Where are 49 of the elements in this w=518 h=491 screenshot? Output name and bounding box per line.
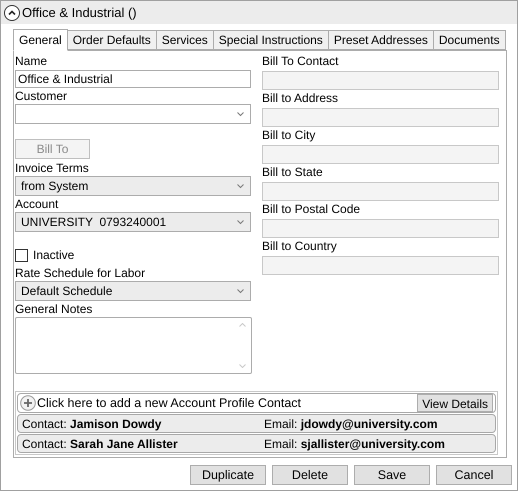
dropdown[interactable]: UNIVERSITY 0793240001: [15, 212, 251, 232]
footer-button[interactable]: Duplicate: [190, 465, 266, 485]
field-label: Rate Schedule for Labor: [15, 266, 146, 280]
notes-field[interactable]: [15, 317, 252, 374]
tab[interactable]: Documents: [432, 30, 506, 50]
field-label: Customer: [15, 89, 68, 103]
dropdown[interactable]: [15, 104, 251, 124]
tab[interactable]: General: [13, 29, 68, 51]
field-label: Invoice Terms: [15, 161, 90, 175]
field-label: Bill to Address: [262, 91, 340, 106]
chevron-down-icon: [237, 220, 244, 224]
dropdown[interactable]: from System: [15, 176, 251, 196]
contact-name: Contact: Sarah Jane Allister: [22, 436, 179, 452]
caret-icon: [8, 10, 16, 16]
footer-button[interactable]: Save: [354, 465, 430, 485]
checkbox-label: Inactive: [33, 247, 74, 264]
field-label: Name: [15, 54, 48, 69]
add-contact-row[interactable]: Click here to add a new Account Profile Contact View Details: [17, 393, 496, 413]
dropdown[interactable]: Default Schedule: [15, 281, 251, 301]
field-label: Bill to Country: [262, 239, 338, 254]
name-field[interactable]: Office & Industrial: [15, 70, 251, 88]
field-label: General Notes: [15, 302, 94, 316]
contact-row[interactable]: Contact: Jamison Dowdy Email: jdowdy@university.com: [17, 414, 496, 433]
collapse-button[interactable]: [4, 4, 20, 20]
chevron-down-icon: [237, 288, 244, 294]
add-contact-link[interactable]: Click here to add a new Account Profile Contact: [37, 394, 418, 412]
field-label: Bill to City: [262, 128, 316, 143]
chevron-down-icon: [237, 112, 244, 116]
tab[interactable]: Special Instructions: [212, 30, 329, 50]
contact-email: Email: jdowdy@university.com: [264, 416, 438, 432]
section-title: Office & Industrial (): [22, 4, 137, 22]
chevron-down-icon: [237, 184, 244, 188]
field-label: Bill to Postal Code: [262, 202, 362, 217]
tab[interactable]: Order Defaults: [66, 30, 157, 50]
field-label: Bill To Contact: [262, 54, 340, 69]
contact-name: Contact: Jamison Dowdy: [22, 416, 162, 432]
footer-button[interactable]: Cancel: [436, 465, 512, 485]
field-label: Bill to State: [262, 165, 324, 180]
view-details-button[interactable]: View Details: [417, 394, 493, 412]
contact-row[interactable]: Contact: Sarah Jane Allister Email: sjallister@university.com: [17, 434, 496, 453]
footer-button[interactable]: Delete: [272, 465, 348, 485]
scroll-down-icon[interactable]: [239, 364, 246, 368]
contact-email: Email: sjallister@university.com: [264, 436, 445, 452]
scroll-up-icon[interactable]: [239, 323, 246, 327]
tab[interactable]: Services: [156, 30, 214, 50]
plus-icon[interactable]: [20, 395, 36, 411]
field-label: Account: [15, 197, 60, 211]
checkbox[interactable]: [15, 248, 28, 262]
tab[interactable]: Preset Addresses: [328, 30, 434, 50]
